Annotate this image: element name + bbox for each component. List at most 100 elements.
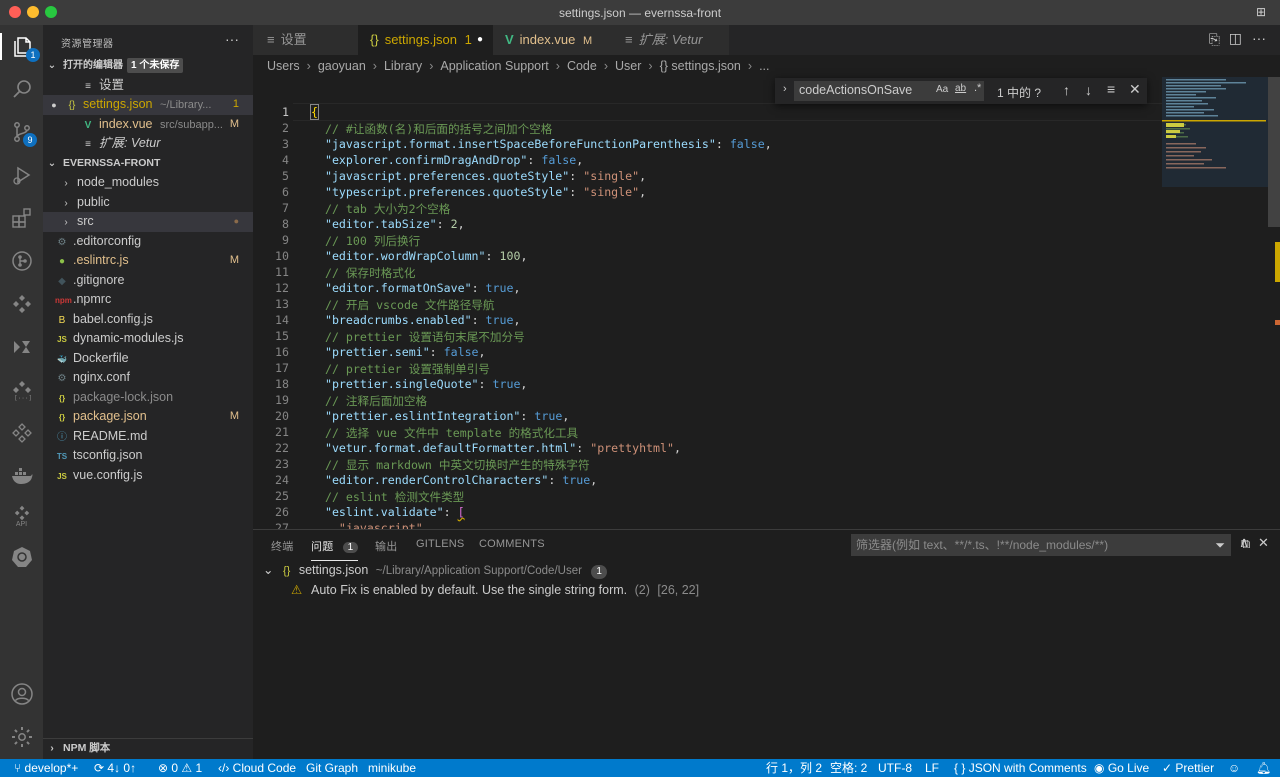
match-whole-word-toggle[interactable]: ab <box>955 83 966 94</box>
close-panel-icon[interactable]: ✕ <box>1258 535 1269 551</box>
cursor-position-status[interactable]: 行 1，列 2 <box>766 759 822 777</box>
tab-index-vue[interactable]: Vindex.vue M <box>493 25 612 55</box>
cloud-run-icon[interactable] <box>8 333 35 360</box>
open-editor-item[interactable]: ≡ 设置 <box>43 76 253 96</box>
file-item[interactable]: ◆ .gitignore <box>43 271 253 291</box>
panel-tab-gitlens[interactable]: GITLENS <box>416 538 464 550</box>
tab-vetur-extension[interactable]: ≡ 扩展: Vetur <box>611 25 730 55</box>
cloud-code-status[interactable]: ‹/› Cloud Code <box>218 759 296 777</box>
file-item[interactable]: TS tsconfig.json <box>43 446 253 466</box>
next-match-icon[interactable]: ↓ <box>1085 82 1092 98</box>
docker-icon[interactable] <box>8 462 35 489</box>
explorer-more-actions[interactable]: ··· <box>225 31 239 47</box>
file-item[interactable]: JS dynamic-modules.js <box>43 329 253 349</box>
language-status[interactable]: { } JSON with Comments <box>954 759 1087 777</box>
file-item[interactable]: ⓘ README.md <box>43 427 253 447</box>
npm-scripts-header[interactable]: › NPM 脚本 <box>43 738 253 759</box>
tab-settings[interactable]: ≡ 设置 <box>253 25 359 55</box>
panel-tab-output[interactable]: 输出 <box>375 538 397 554</box>
notifications-bell-icon[interactable]: 🔔︎ <box>1256 759 1271 777</box>
open-editors-header[interactable]: ⌄ 打开的编辑器 1 个未保存 <box>43 56 253 76</box>
find-toggle-replace-icon[interactable]: › <box>783 83 787 95</box>
breadcrumb-item[interactable]: Library <box>384 59 422 73</box>
cloud-code-secrets-icon[interactable]: [···] <box>8 376 35 403</box>
eol-status[interactable]: LF <box>925 759 939 777</box>
gitlens-icon[interactable] <box>8 247 35 274</box>
branch-status[interactable]: ⑂ develop*+ <box>14 759 78 777</box>
extensions-icon[interactable] <box>8 204 35 231</box>
encoding-status[interactable]: UTF-8 <box>878 759 912 777</box>
go-live-status[interactable]: ◉ Go Live <box>1094 759 1149 777</box>
breadcrumb-item[interactable]: {} settings.json <box>660 59 741 73</box>
tab-settings-json[interactable]: {} settings.json 1 ● <box>358 25 494 55</box>
problem-row[interactable]: ⚠ Auto Fix is enabled by default. Use th… <box>291 580 699 600</box>
status-bar: ⑂ develop*+ ⟳ 4↓ 0↑ ⊗ 0 ⚠ 1 ‹/› Cloud Co… <box>0 759 1280 777</box>
cloud-code-icon[interactable] <box>8 290 35 317</box>
open-editor-item[interactable]: ≡ 扩展: Vetur <box>43 134 253 154</box>
minikube-status[interactable]: minikube <box>368 759 416 777</box>
folder-item[interactable]: › node_modules <box>43 173 253 193</box>
match-case-toggle[interactable]: Aa <box>936 84 948 95</box>
use-regex-toggle[interactable]: .* <box>974 82 981 94</box>
sync-status[interactable]: ⟳ 4↓ 0↑ <box>94 759 136 777</box>
filter-icon[interactable]: ⏷ <box>1215 534 1225 556</box>
indentation-status[interactable]: 空格: 2 <box>830 759 867 777</box>
file-item[interactable]: Bbabel.config.js <box>43 310 253 330</box>
breadcrumb-item[interactable]: User <box>615 59 641 73</box>
open-editor-item[interactable]: Vindex.vue src/subapp... M <box>43 115 253 135</box>
minimap[interactable] <box>1162 77 1268 529</box>
git-graph-status[interactable]: Git Graph <box>306 759 358 777</box>
find-in-selection-icon[interactable]: ≡ <box>1107 81 1115 97</box>
editor-scrollbar[interactable] <box>1268 77 1280 529</box>
open-editor-item-active[interactable]: ● {} settings.json ~/Library... 1 <box>43 95 253 115</box>
npm-scripts-label: NPM 脚本 <box>63 742 111 754</box>
api-icon[interactable]: API <box>8 503 35 530</box>
svg-text:[···]: [···] <box>14 395 32 402</box>
layout-icon[interactable]: ⊞ <box>1256 5 1266 19</box>
file-item[interactable]: {} package-lock.json <box>43 388 253 408</box>
file-item[interactable]: npm.npmrc <box>43 290 253 310</box>
breadcrumb-item[interactable]: ... <box>759 59 769 73</box>
feedback-icon[interactable]: ☺ <box>1228 759 1240 777</box>
breadcrumb-item[interactable]: Users <box>267 59 300 73</box>
folder-item[interactable]: › src ● <box>43 212 253 232</box>
file-item[interactable]: ⚙ .editorconfig <box>43 232 253 252</box>
code-editor[interactable]: 1 {2 // #让函数(名)和后面的括号之间加个空格 3 "javascript.… <box>253 77 1280 529</box>
breadcrumb-item[interactable]: gaoyuan <box>318 59 366 73</box>
run-debug-icon[interactable] <box>8 161 35 188</box>
cloud-apis-icon[interactable] <box>8 419 35 446</box>
find-input[interactable]: codeActionsOnSave Aa ab .* <box>794 81 984 101</box>
kubernetes-icon[interactable] <box>8 543 35 570</box>
file-label: public <box>77 194 110 209</box>
file-label: src <box>77 214 94 228</box>
breadcrumb-item[interactable]: Application Support <box>440 59 548 73</box>
search-icon[interactable] <box>8 75 35 102</box>
scrollbar-thumb[interactable] <box>1268 77 1280 227</box>
panel-tab-comments[interactable]: COMMENTS <box>479 538 545 550</box>
folder-item[interactable]: › public <box>43 193 253 213</box>
split-editor-icon[interactable]: ◫ <box>1229 30 1242 47</box>
breadcrumb-item[interactable]: Code <box>567 59 597 73</box>
panel-expand-icon[interactable]: ∧ <box>1239 534 1249 551</box>
panel-tab-problems[interactable]: 问题 1 <box>311 538 359 561</box>
problems-filter-input[interactable]: 筛选器(例如 text、**/*.ts、!**/node_modules/**)… <box>851 534 1231 556</box>
panel-tab-terminal[interactable]: 终端 <box>271 538 293 554</box>
open-changes-icon[interactable]: ⎘ <box>1209 31 1220 48</box>
problems-status[interactable]: ⊗ 0 ⚠ 1 <box>158 759 202 777</box>
source-control-icon[interactable]: 9 <box>8 118 37 147</box>
explorer-icon[interactable]: 1 <box>0 33 45 62</box>
file-item[interactable]: {} package.json M <box>43 407 253 427</box>
close-find-icon[interactable]: ✕ <box>1129 81 1141 98</box>
project-header[interactable]: ⌄ EVERNSSA-FRONT <box>43 154 253 174</box>
prettier-status[interactable]: ✓ Prettier <box>1162 759 1214 777</box>
settings-gear-icon[interactable] <box>8 723 35 750</box>
more-actions-icon[interactable]: ··· <box>1252 30 1266 46</box>
file-item[interactable]: JS vue.config.js <box>43 466 253 486</box>
problem-file-row[interactable]: ⌄ {} settings.json ~/Library/Application… <box>263 560 607 580</box>
previous-match-icon[interactable]: ↑ <box>1063 82 1070 98</box>
accounts-icon[interactable] <box>8 680 35 707</box>
unsaved-dot-icon[interactable]: ● <box>477 25 483 55</box>
file-item[interactable]: ⚙ nginx.conf <box>43 368 253 388</box>
file-item[interactable]: 🐳 Dockerfile <box>43 349 253 369</box>
file-item[interactable]: ● .eslintrc.js M <box>43 251 253 271</box>
